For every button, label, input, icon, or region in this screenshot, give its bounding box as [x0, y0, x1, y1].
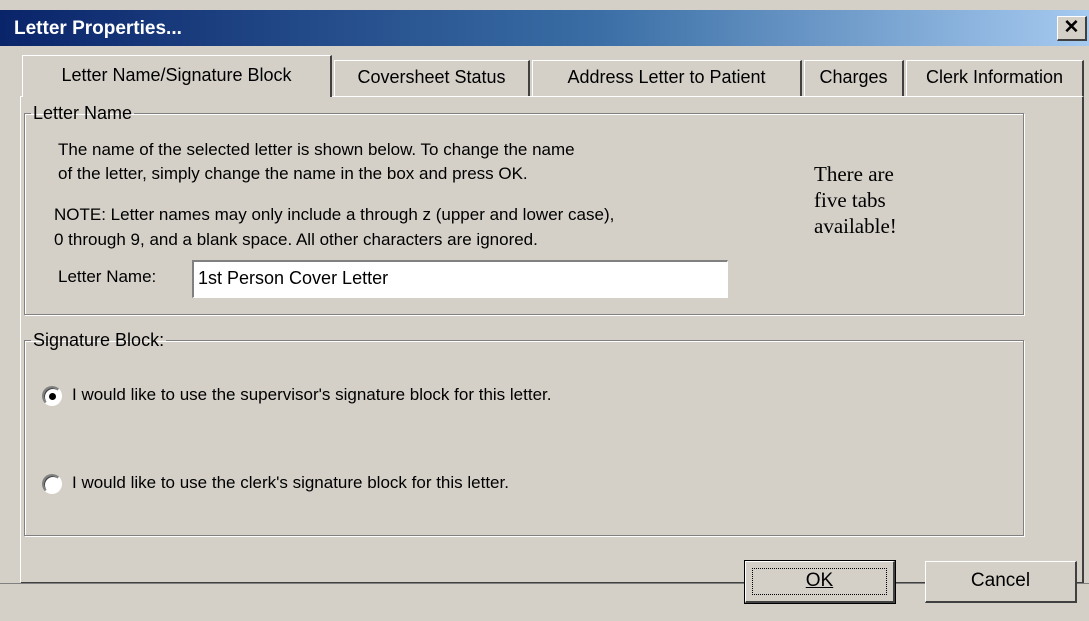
cancel-button-label: Cancel	[970, 570, 1031, 591]
annotation-line1: There are	[814, 162, 894, 186]
focus-rect	[752, 568, 887, 595]
annotation-line2: five tabs	[814, 188, 886, 212]
annotation-note: There are five tabs available!	[814, 161, 897, 239]
tab-letter-name-signature-block[interactable]: Letter Name/Signature Block	[22, 55, 332, 97]
letter-name-note-line1: NOTE: Letter names may only include a th…	[54, 205, 615, 224]
tab-label: Charges	[819, 67, 888, 87]
signature-block-group: Signature Block:	[24, 330, 1024, 536]
title-bar: Letter Properties... ✕	[0, 10, 1089, 46]
letter-name-legend: Letter Name	[33, 103, 133, 123]
supervisor-signature-label[interactable]: I would like to use the supervisor's sig…	[72, 385, 551, 405]
cancel-button[interactable]: Cancel	[925, 561, 1077, 603]
tab-label: Coversheet Status	[357, 67, 506, 87]
tab-address-letter-to-patient[interactable]: Address Letter to Patient	[532, 60, 802, 96]
tab-charges[interactable]: Charges	[804, 60, 904, 96]
ok-button[interactable]: OK	[744, 560, 896, 604]
letter-name-field-label: Letter Name:	[58, 267, 157, 286]
tab-clerk-information[interactable]: Clerk Information	[906, 60, 1084, 96]
letter-name-note-line2: 0 through 9, and a blank space. All othe…	[54, 230, 538, 249]
close-button[interactable]: ✕	[1057, 16, 1087, 41]
letter-name-description-line1: The name of the selected letter is shown…	[58, 140, 575, 159]
tab-coversheet-status[interactable]: Coversheet Status	[334, 60, 530, 96]
letter-name-description-line2: of the letter, simply change the name in…	[58, 164, 528, 183]
radio-selected-dot	[49, 393, 56, 400]
signature-block-legend: Signature Block:	[33, 330, 165, 350]
letter-name-input[interactable]: 1st Person Cover Letter	[192, 260, 728, 298]
tab-label: Address Letter to Patient	[567, 67, 766, 87]
clerk-signature-radio[interactable]	[42, 474, 62, 494]
tab-label: Clerk Information	[925, 67, 1064, 87]
tab-label: Letter Name/Signature Block	[61, 65, 292, 85]
window-title: Letter Properties...	[14, 18, 182, 39]
clerk-signature-label[interactable]: I would like to use the clerk's signatur…	[72, 473, 509, 493]
close-icon: ✕	[1063, 17, 1080, 38]
annotation-line3: available!	[814, 214, 897, 238]
supervisor-signature-radio[interactable]	[42, 386, 62, 406]
